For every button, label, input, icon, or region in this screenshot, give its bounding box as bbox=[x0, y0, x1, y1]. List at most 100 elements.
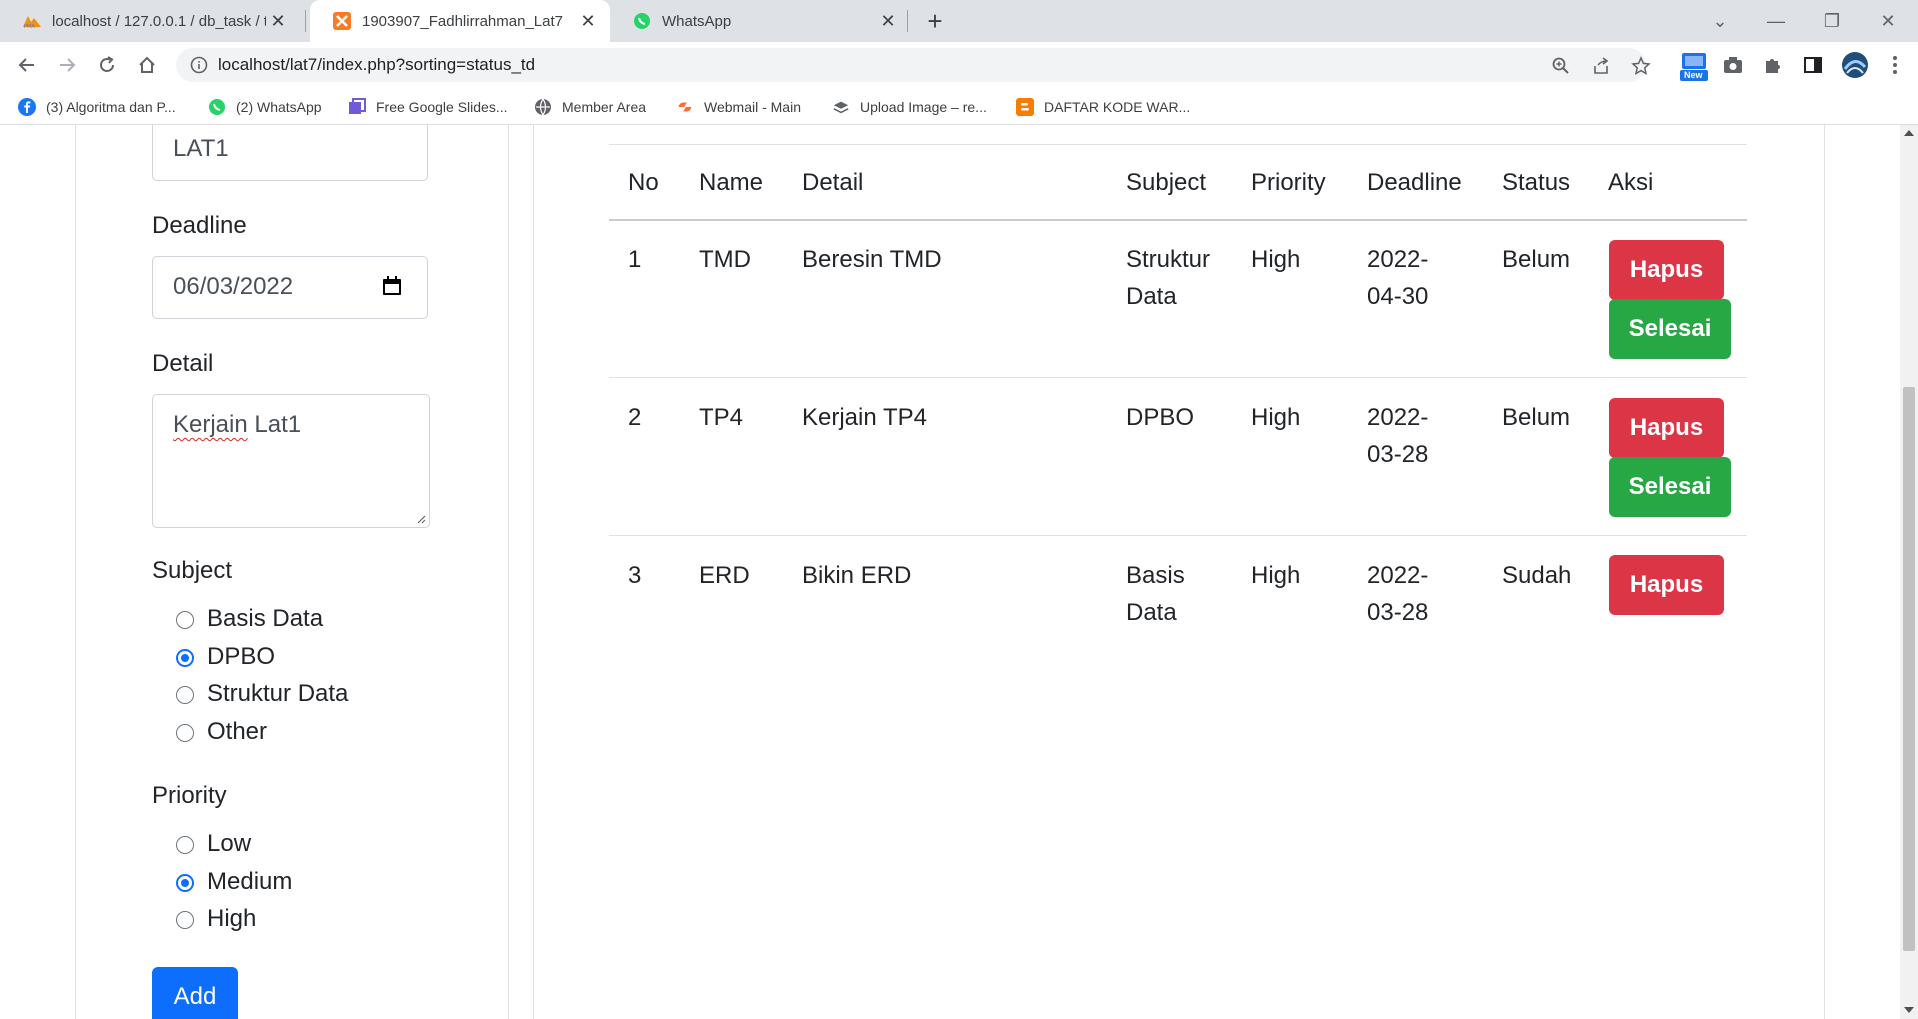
url-text[interactable]: localhost/lat7/index.php?sorting=status_… bbox=[218, 55, 535, 75]
misspelled-word: Kerjain bbox=[173, 411, 248, 438]
column-header: Aksi bbox=[1608, 169, 1654, 196]
column-header: Subject bbox=[1126, 169, 1207, 196]
restore-icon[interactable]: ❐ bbox=[1804, 0, 1860, 42]
deadline-value: 06/03/2022 bbox=[173, 273, 294, 300]
tab-phpmyadmin[interactable]: PMA localhost / 127.0.0.1 / db_task / t … bbox=[0, 0, 300, 42]
page-viewport: LAT1 Deadline 06/03/2022 Detail Kerjain … bbox=[0, 125, 1918, 1019]
row-divider bbox=[609, 377, 1747, 378]
bookmark-google-slides[interactable]: Free Google Slides... bbox=[348, 96, 508, 118]
bookmark-algoritma[interactable]: (3) Algoritma dan P... bbox=[18, 96, 176, 118]
reload-icon[interactable] bbox=[92, 50, 122, 80]
name-input[interactable]: LAT1 bbox=[152, 125, 428, 181]
scroll-down-arrow-icon[interactable] bbox=[1904, 1007, 1914, 1013]
column-header: Status bbox=[1502, 169, 1571, 196]
resize-handle-icon[interactable] bbox=[416, 514, 426, 524]
add-button[interactable]: Add bbox=[152, 967, 238, 1019]
xampp-icon bbox=[332, 11, 352, 31]
subject-radio-struktur-data[interactable] bbox=[176, 686, 194, 704]
new-tab-plus-icon[interactable]: + bbox=[920, 6, 950, 36]
minimize-icon[interactable]: — bbox=[1748, 0, 1804, 42]
close-tab-icon[interactable]: ✕ bbox=[576, 9, 600, 33]
priority-radio-medium[interactable] bbox=[176, 874, 194, 892]
cell-subject-line2: Data bbox=[1126, 599, 1177, 626]
subject-radio-basis-data[interactable] bbox=[176, 611, 194, 629]
whatsapp-icon bbox=[208, 98, 226, 116]
subject-label: Subject bbox=[152, 557, 233, 584]
column-header: Detail bbox=[802, 169, 864, 196]
priority-label: Priority bbox=[152, 782, 227, 809]
home-icon[interactable] bbox=[132, 50, 162, 80]
svg-text:PMA: PMA bbox=[24, 24, 35, 29]
bookmark-webmail[interactable]: Webmail - Main bbox=[676, 96, 801, 118]
subject-radio-dpbo[interactable] bbox=[176, 649, 194, 667]
cell-no: 3 bbox=[628, 562, 642, 589]
table-header-border bbox=[609, 219, 1747, 221]
bookmark-label: Free Google Slides... bbox=[376, 99, 508, 115]
zoom-icon[interactable] bbox=[1550, 55, 1572, 77]
cell-status: Sudah bbox=[1502, 562, 1572, 589]
back-arrow-icon[interactable] bbox=[12, 50, 42, 80]
cell-detail: Bikin ERD bbox=[802, 562, 912, 589]
detail-textarea[interactable]: Kerjain Lat1 bbox=[152, 394, 430, 528]
cell-subject: Basis bbox=[1126, 562, 1185, 589]
tab-search-chevron-icon[interactable]: ⌄ bbox=[1692, 0, 1748, 42]
cell-subject: Struktur bbox=[1126, 246, 1211, 273]
slides-icon bbox=[348, 98, 366, 116]
extension-new-icon[interactable]: New bbox=[1680, 52, 1708, 82]
tab-title: WhatsApp bbox=[662, 12, 732, 30]
cell-priority: High bbox=[1251, 562, 1301, 589]
cell-name: TP4 bbox=[699, 404, 744, 431]
close-tab-icon[interactable]: ✕ bbox=[876, 9, 900, 33]
cell-deadline-line2: 03-28 bbox=[1367, 599, 1429, 626]
hapus-button[interactable]: Hapus bbox=[1609, 398, 1724, 458]
cell-subject-line2: Data bbox=[1126, 283, 1177, 310]
share-icon[interactable] bbox=[1590, 55, 1612, 77]
profile-avatar-icon[interactable] bbox=[1840, 50, 1870, 80]
close-tab-icon[interactable]: ✕ bbox=[266, 9, 290, 33]
tab-lat7[interactable]: 1903907_Fadhlirrahman_Lat7 ✕ bbox=[310, 0, 610, 42]
cell-priority: High bbox=[1251, 404, 1301, 431]
cell-name: ERD bbox=[699, 562, 750, 589]
row-divider bbox=[609, 535, 1747, 536]
priority-option-label: Medium bbox=[207, 868, 293, 895]
scroll-up-arrow-icon[interactable] bbox=[1904, 130, 1914, 136]
tab-divider bbox=[907, 10, 908, 32]
cell-deadline: 2022- bbox=[1367, 246, 1429, 273]
priority-option-label: Low bbox=[207, 830, 252, 857]
column-header: Name bbox=[699, 169, 764, 196]
bookmark-star-icon[interactable] bbox=[1630, 55, 1652, 77]
bookmark-member-area[interactable]: Member Area bbox=[534, 96, 646, 118]
priority-radio-high[interactable] bbox=[176, 911, 194, 929]
bookmark-label: (3) Algoritma dan P... bbox=[46, 99, 176, 115]
address-bar[interactable]: localhost/lat7/index.php?sorting=status_… bbox=[176, 48, 1651, 82]
more-menu-icon[interactable] bbox=[1882, 52, 1908, 78]
priority-radio-low[interactable] bbox=[176, 836, 194, 854]
subject-radio-other[interactable] bbox=[176, 724, 194, 742]
column-header: Deadline bbox=[1367, 169, 1462, 196]
camera-icon[interactable] bbox=[1720, 52, 1746, 78]
cell-name: TMD bbox=[699, 246, 751, 273]
layers-icon bbox=[832, 98, 850, 116]
bookmark-upload-image[interactable]: Upload Image – re... bbox=[832, 96, 987, 118]
side-panel-icon[interactable] bbox=[1800, 52, 1826, 78]
scrollbar-thumb[interactable] bbox=[1903, 387, 1915, 951]
puzzle-extensions-icon[interactable] bbox=[1760, 52, 1786, 78]
bookmark-daftar-kode[interactable]: DAFTAR KODE WAR... bbox=[1016, 96, 1190, 118]
bookmarks-bar: (3) Algoritma dan P... (2) WhatsApp Free… bbox=[0, 88, 1918, 125]
calendar-icon[interactable] bbox=[381, 275, 403, 297]
tab-title: 1903907_Fadhlirrahman_Lat7 bbox=[362, 12, 563, 30]
page-scrollbar[interactable] bbox=[1900, 125, 1918, 1019]
bookmark-whatsapp[interactable]: (2) WhatsApp bbox=[208, 96, 322, 118]
site-info-icon[interactable] bbox=[190, 56, 208, 74]
hapus-button[interactable]: Hapus bbox=[1609, 240, 1724, 300]
deadline-date-input[interactable]: 06/03/2022 bbox=[152, 256, 428, 319]
selesai-button[interactable]: Selesai bbox=[1609, 457, 1731, 517]
detail-label: Detail bbox=[152, 350, 214, 377]
close-window-icon[interactable]: ✕ bbox=[1860, 0, 1916, 42]
selesai-button[interactable]: Selesai bbox=[1609, 299, 1731, 359]
tab-whatsapp[interactable]: WhatsApp ✕ bbox=[610, 0, 910, 42]
forward-arrow-icon[interactable] bbox=[52, 50, 82, 80]
subject-option-label: Other bbox=[207, 718, 268, 745]
facebook-icon bbox=[18, 98, 36, 116]
hapus-button[interactable]: Hapus bbox=[1609, 555, 1724, 615]
